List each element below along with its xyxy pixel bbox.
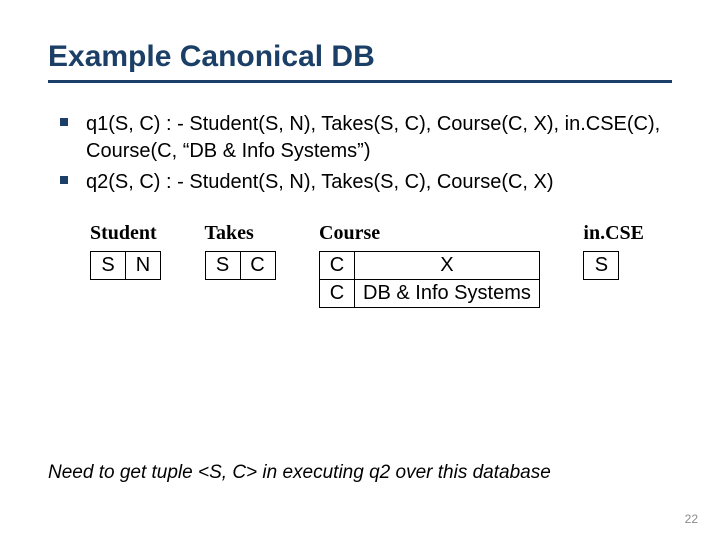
table-row: S [584,252,619,280]
footer-note: Need to get tuple <S, C> in executing q2… [48,462,672,484]
table-cell: C [240,252,275,280]
table-grid: S C [205,251,276,280]
table-name: Course [319,222,380,245]
table-takes: Takes S C [205,222,276,280]
table-cell: C [320,280,355,308]
table-cell: N [126,252,161,280]
page-number: 22 [685,512,698,526]
table-cell: S [205,252,240,280]
table-cell: S [584,252,619,280]
table-cell: X [355,252,540,280]
tables-row: Student S N Takes S C Course C [48,222,672,308]
table-grid: C X C DB & Info Systems [319,251,540,308]
bullet-item: q1(S, C) : - Student(S, N), Takes(S, C),… [60,111,672,165]
table-course: Course C X C DB & Info Systems [319,222,540,308]
table-cell: C [320,252,355,280]
table-cell: DB & Info Systems [355,280,540,308]
table-row: C DB & Info Systems [320,280,540,308]
table-row: C X [320,252,540,280]
slide: Example Canonical DB q1(S, C) : - Studen… [0,0,720,540]
table-row: S C [205,252,275,280]
table-incse: in.CSE S [583,222,644,280]
table-name: Takes [205,222,254,245]
bullet-item: q2(S, C) : - Student(S, N), Takes(S, C),… [60,169,672,196]
bullet-list: q1(S, C) : - Student(S, N), Takes(S, C),… [48,111,672,196]
table-grid: S N [90,251,161,280]
table-row: S N [91,252,161,280]
table-grid: S [583,251,619,280]
table-name: in.CSE [583,222,644,245]
table-name: Student [90,222,157,245]
title-underline [48,80,672,83]
slide-title: Example Canonical DB [48,40,672,74]
table-cell: S [91,252,126,280]
table-student: Student S N [90,222,161,280]
